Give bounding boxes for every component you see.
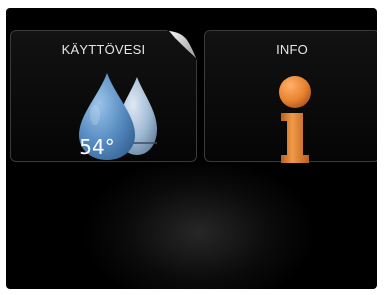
hot-water-tile[interactable]: KÄYTTÖVESI 54°: [10, 30, 197, 162]
floor-reflection: [84, 158, 314, 289]
display-screen: KÄYTTÖVESI 54° INFO: [6, 8, 377, 289]
info-tile[interactable]: INFO: [204, 30, 377, 163]
hot-water-temperature: 54°: [79, 135, 115, 159]
page-curl-icon: [167, 30, 197, 60]
info-title: INFO: [276, 42, 308, 57]
info-icon: [279, 76, 311, 163]
